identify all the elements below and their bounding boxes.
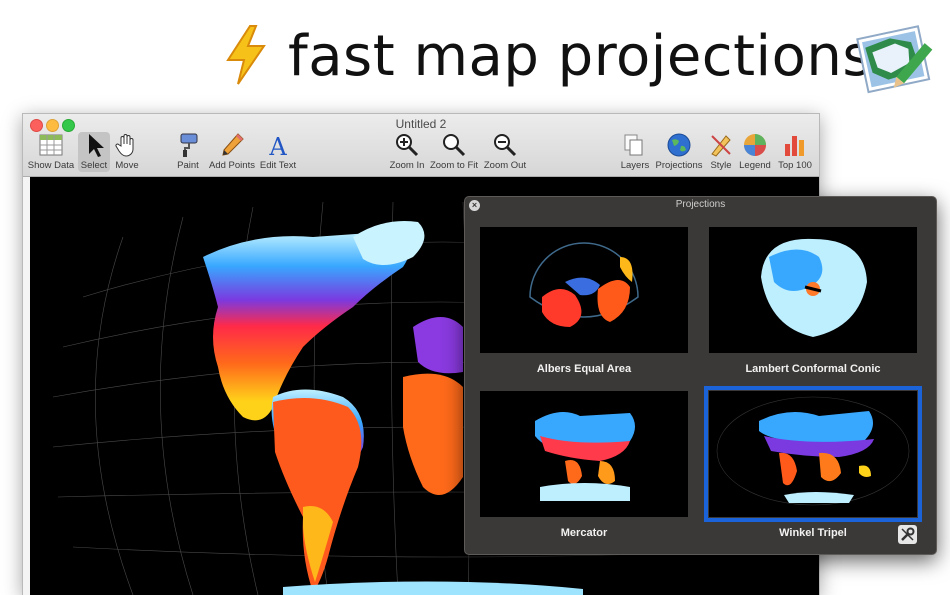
projection-label-albers: Albers Equal Area bbox=[536, 363, 632, 375]
edit-text-tool[interactable]: A Edit Text bbox=[259, 132, 297, 172]
projection-thumb-lambert[interactable] bbox=[709, 227, 917, 353]
legend-icon bbox=[744, 134, 766, 156]
top100-button[interactable]: Top 100 bbox=[775, 132, 815, 172]
text-a-icon: A bbox=[268, 133, 287, 158]
winkel-tripel-preview bbox=[716, 396, 910, 506]
projections-panel: × Projections Albers Equal Area Lambert … bbox=[464, 196, 937, 555]
top100-label: Top 100 bbox=[778, 160, 812, 171]
style-button[interactable]: Style bbox=[707, 132, 735, 172]
paint-roller-icon bbox=[180, 133, 198, 157]
zoom-out-button[interactable]: Zoom Out bbox=[483, 132, 527, 172]
lightning-icon bbox=[226, 25, 266, 85]
projection-thumb-albers[interactable] bbox=[480, 227, 688, 353]
paint-label: Paint bbox=[177, 160, 199, 171]
add-points-tool[interactable]: Add Points bbox=[207, 132, 257, 172]
layers-label: Layers bbox=[620, 160, 650, 171]
show-data-label: Show Data bbox=[27, 160, 75, 171]
zoom-to-fit-button[interactable]: Zoom to Fit bbox=[428, 132, 480, 172]
globe-icon bbox=[667, 133, 691, 157]
add-points-label: Add Points bbox=[209, 160, 255, 171]
legend-button[interactable]: Legend bbox=[738, 132, 772, 172]
layers-button[interactable]: Layers bbox=[620, 132, 650, 172]
layers-icon bbox=[624, 134, 643, 156]
move-label: Move bbox=[115, 160, 139, 171]
projection-thumb-winkel-tripel[interactable] bbox=[704, 386, 922, 522]
style-label: Style bbox=[710, 160, 732, 171]
zoom-in-button[interactable]: Zoom In bbox=[388, 132, 426, 172]
headline: fast map projections bbox=[220, 18, 872, 98]
panel-title: Projections bbox=[675, 199, 726, 210]
mercator-preview bbox=[535, 412, 635, 501]
svg-text:A: A bbox=[268, 133, 287, 158]
app-icon bbox=[856, 25, 933, 94]
zoom-to-fit-label: Zoom to Fit bbox=[429, 160, 479, 171]
projections-button[interactable]: Projections bbox=[653, 132, 705, 172]
map-left-margin bbox=[23, 177, 30, 595]
wrench-icon bbox=[901, 527, 915, 541]
arrow-cursor-icon bbox=[89, 134, 104, 157]
table-icon bbox=[39, 134, 63, 156]
zoom-in-icon bbox=[396, 134, 419, 157]
title-bar: Untitled 2 Show Data Select Move Paint A… bbox=[23, 114, 819, 177]
paint-tool[interactable]: Paint bbox=[172, 132, 204, 172]
style-icon bbox=[711, 135, 731, 157]
pencil-icon bbox=[222, 133, 244, 156]
move-tool[interactable]: Move bbox=[111, 132, 143, 172]
projection-settings-button[interactable] bbox=[898, 525, 917, 544]
lambert-preview bbox=[761, 238, 867, 337]
select-tool[interactable]: Select bbox=[78, 132, 110, 172]
window-title: Untitled 2 bbox=[395, 117, 447, 131]
projection-label-lambert: Lambert Conformal Conic bbox=[745, 363, 881, 375]
hand-icon bbox=[115, 134, 134, 157]
albers-preview bbox=[529, 242, 639, 327]
legend-label: Legend bbox=[739, 160, 771, 171]
zoom-out-label: Zoom Out bbox=[483, 160, 527, 171]
edit-text-label: Edit Text bbox=[259, 160, 297, 171]
zoom-out-icon bbox=[494, 134, 517, 157]
projection-label-mercator: Mercator bbox=[560, 527, 608, 539]
show-data-button[interactable]: Show Data bbox=[27, 132, 75, 172]
projection-label-winkel-tripel: Winkel Tripel bbox=[779, 527, 847, 539]
zoom-fit-icon bbox=[443, 134, 466, 157]
headline-text: fast map projections bbox=[288, 24, 873, 89]
select-label: Select bbox=[80, 160, 108, 171]
zoom-in-label: Zoom In bbox=[389, 160, 425, 171]
projection-thumb-mercator[interactable] bbox=[480, 391, 688, 517]
projections-label: Projections bbox=[655, 160, 703, 171]
bar-chart-icon bbox=[785, 136, 804, 156]
